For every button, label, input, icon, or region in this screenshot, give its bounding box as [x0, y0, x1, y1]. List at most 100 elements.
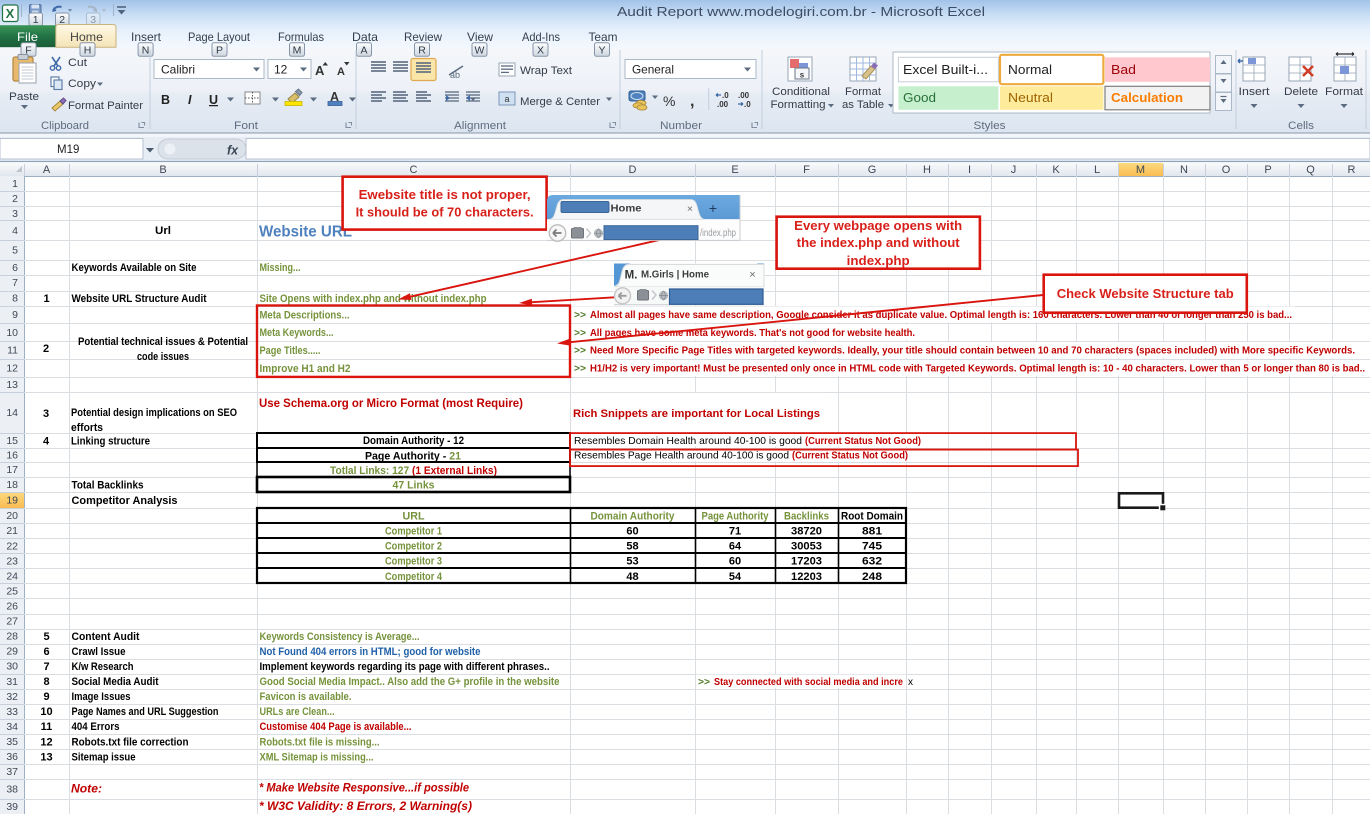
svg-text:Content Audit: Content Audit [72, 631, 140, 643]
svg-text:L: L [1094, 164, 1100, 176]
svg-text:A: A [360, 44, 367, 56]
svg-text:>>: >> [574, 346, 586, 357]
svg-text:12: 12 [40, 736, 52, 748]
svg-text:12: 12 [6, 363, 18, 375]
svg-text:60: 60 [626, 526, 638, 538]
svg-text:18: 18 [6, 479, 18, 491]
svg-text:47 Links: 47 Links [393, 479, 435, 491]
svg-text:Neutral: Neutral [1008, 91, 1053, 105]
svg-text:Calibri: Calibri [161, 63, 195, 77]
svg-text:71: 71 [729, 526, 741, 538]
svg-text:H: H [84, 44, 92, 56]
svg-text:Clipboard: Clipboard [41, 120, 89, 132]
svg-text:Format Painter: Format Painter [68, 100, 143, 112]
svg-text:5: 5 [43, 631, 49, 643]
svg-text:Calculation: Calculation [1111, 91, 1183, 105]
svg-text:E: E [731, 164, 738, 176]
svg-text:>>: >> [574, 310, 586, 321]
svg-text:6: 6 [43, 646, 49, 658]
svg-text:Meta Keywords...: Meta Keywords... [260, 327, 334, 339]
svg-text:Page Layout: Page Layout [188, 30, 251, 44]
svg-text:B: B [161, 93, 170, 107]
svg-text:%: % [663, 93, 675, 109]
svg-text:Merge & Center: Merge & Center [520, 96, 600, 108]
svg-text:X: X [537, 44, 544, 56]
svg-text:Normal: Normal [1008, 63, 1052, 77]
svg-text:1: 1 [12, 178, 18, 190]
svg-text:H: H [923, 164, 931, 176]
svg-text:Excel Built-i...: Excel Built-i... [903, 63, 988, 77]
svg-text:.0: .0 [722, 91, 729, 100]
svg-text:20: 20 [6, 510, 18, 522]
svg-text:Meta Descriptions...: Meta Descriptions... [260, 309, 350, 321]
svg-text:D: D [629, 164, 637, 176]
svg-text:K: K [1052, 164, 1060, 176]
svg-text:3: 3 [12, 208, 18, 220]
svg-text:33: 33 [6, 706, 18, 718]
svg-text:A: A [337, 66, 345, 78]
svg-text:7: 7 [43, 661, 49, 673]
svg-text:Resembles Page Health around 4: Resembles Page Health around 40-100 is g… [574, 450, 789, 462]
svg-text:+: + [709, 200, 717, 216]
svg-text:C: C [410, 164, 418, 176]
svg-text:Y: Y [598, 44, 605, 56]
svg-text:F: F [803, 164, 810, 176]
svg-text:P: P [216, 44, 223, 56]
svg-text:248: 248 [862, 571, 882, 583]
svg-text:A: A [43, 164, 51, 176]
svg-text:Number: Number [660, 120, 702, 132]
svg-text:Total Backlinks: Total Backlinks [72, 479, 144, 491]
svg-text:12: 12 [274, 63, 288, 77]
svg-text:30: 30 [6, 661, 18, 673]
svg-text:Competitor 2: Competitor 2 [385, 541, 442, 553]
svg-text:Not Found 404 errors in HTML;: Not Found 404 errors in HTML; good for w… [260, 646, 481, 658]
svg-text:5: 5 [12, 244, 18, 256]
svg-text:P: P [1264, 164, 1271, 176]
svg-text:K/w Research: K/w Research [72, 661, 134, 673]
svg-text:Domain Authority - 12: Domain Authority - 12 [363, 435, 464, 447]
svg-text:Format: Format [845, 86, 881, 98]
svg-text:the index.php and without: the index.php and without [797, 235, 961, 250]
svg-text:30053: 30053 [791, 541, 822, 553]
svg-text:X: X [6, 6, 15, 21]
svg-text:24: 24 [6, 570, 18, 582]
svg-text:Sitemap issue: Sitemap issue [72, 751, 136, 763]
svg-text:I: I [188, 93, 192, 107]
svg-text:Data: Data [352, 30, 378, 44]
svg-text:Formatting: Formatting [771, 99, 826, 111]
svg-text:Conditional: Conditional [772, 86, 830, 98]
svg-text:.0: .0 [744, 100, 751, 109]
svg-text:R: R [418, 44, 426, 56]
svg-text:22: 22 [6, 540, 18, 552]
svg-text:Keywords Consistency is Averag: Keywords Consistency is Average... [260, 631, 420, 643]
svg-text:ab: ab [450, 70, 460, 80]
svg-text:15: 15 [6, 435, 18, 447]
svg-text:* W3C Validity: 8 Errors, 2 W: * W3C Validity: 8 Errors, 2 Warning(s) [259, 799, 472, 813]
svg-text:Review: Review [404, 30, 442, 44]
svg-text:Wrap Text: Wrap Text [520, 65, 572, 77]
svg-text:,: , [690, 93, 694, 110]
svg-text:code issues: code issues [137, 351, 189, 363]
svg-text:File: File [17, 30, 38, 44]
svg-text:31: 31 [6, 676, 18, 688]
svg-text:12203: 12203 [791, 571, 822, 583]
svg-text:as Table: as Table [842, 99, 884, 111]
svg-text:21: 21 [6, 525, 18, 537]
svg-text:Add-Ins: Add-Ins [522, 30, 560, 44]
svg-text:Favicon is available.: Favicon is available. [260, 691, 352, 703]
svg-text:8: 8 [12, 293, 18, 305]
svg-text:(Current Status Not Good): (Current Status Not Good) [805, 435, 921, 447]
svg-text:* Make Website Responsive...if: * Make Website Responsive...if possible [259, 781, 469, 795]
svg-text:404 Errors: 404 Errors [72, 721, 120, 733]
svg-text:M: M [293, 44, 302, 56]
svg-text:34: 34 [6, 721, 18, 733]
svg-text:Copy: Copy [68, 78, 97, 90]
svg-text:M: M [1136, 164, 1145, 176]
svg-text:Url: Url [155, 225, 171, 237]
svg-text:Formulas: Formulas [278, 30, 324, 44]
svg-text:H1/H2 is very important! Must: H1/H2 is very important! Must be present… [590, 364, 1365, 375]
svg-text:Stay connected with social med: Stay connected with social media and inc… [714, 677, 903, 688]
svg-text:3: 3 [43, 408, 49, 420]
svg-text:10: 10 [40, 706, 52, 718]
svg-text:4: 4 [43, 436, 50, 448]
